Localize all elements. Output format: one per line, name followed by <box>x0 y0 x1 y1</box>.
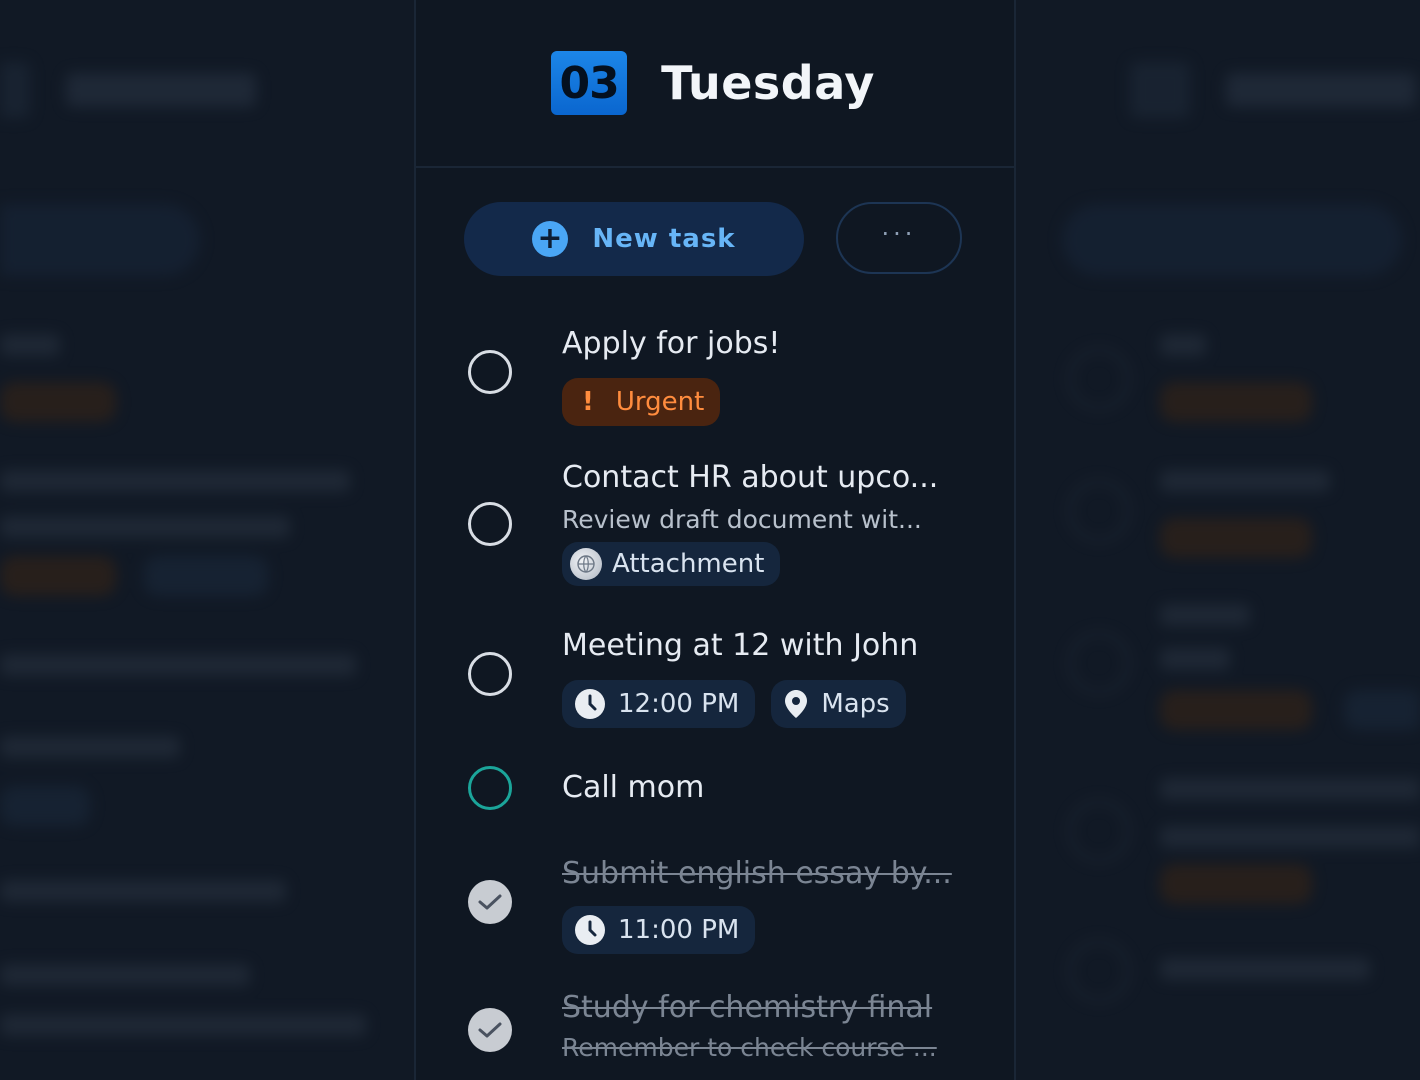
task-subtitle: Review draft document wit... <box>562 505 922 534</box>
next-day-badge <box>1130 62 1190 118</box>
exclamation-icon: ! <box>582 387 594 417</box>
next-day-tag <box>1344 690 1420 730</box>
previous-day-new-task-button <box>0 204 200 276</box>
next-day-header <box>1130 62 1416 118</box>
task-checkbox[interactable] <box>468 1008 512 1052</box>
task-title: Study for chemistry final <box>562 990 933 1025</box>
next-day-check <box>1068 632 1130 694</box>
task-content: Contact HR about upco... Review draft do… <box>562 460 972 586</box>
time-tag[interactable]: 11:00 PM <box>562 906 756 954</box>
next-day-line <box>1160 826 1420 848</box>
next-day-tag <box>1160 864 1312 904</box>
task-subtitle: Remember to check course ... <box>562 1033 937 1062</box>
next-day-check <box>1068 800 1130 862</box>
day-column: 03 Tuesday + New task ··· Apply for jobs… <box>414 0 1016 1080</box>
task-tags: Attachment <box>562 542 972 586</box>
next-day-new-task-button <box>1062 204 1402 276</box>
time-tag-label: 11:00 PM <box>618 915 740 945</box>
task-toolbar: + New task ··· <box>464 202 966 276</box>
next-day-line <box>1160 778 1420 800</box>
task-checkbox[interactable] <box>468 350 512 394</box>
next-day-tag <box>1160 382 1312 422</box>
previous-day-title <box>66 73 256 107</box>
next-day-line <box>1160 958 1370 980</box>
checkmark-icon <box>478 894 502 910</box>
task-title: Call mom <box>562 770 705 805</box>
next-day-check <box>1068 480 1130 542</box>
time-tag[interactable]: 12:00 PM <box>562 680 756 728</box>
previous-day-tag <box>144 556 268 596</box>
task-content: Call mom <box>562 770 972 806</box>
plus-icon: + <box>532 221 569 257</box>
attachment-tag[interactable]: Attachment <box>562 542 781 586</box>
task-tags: 12:00 PM Maps <box>562 680 972 728</box>
attachment-tag-label: Attachment <box>612 549 765 579</box>
previous-day-tag <box>0 382 116 422</box>
previous-day-line <box>0 1014 366 1036</box>
previous-day-header <box>0 62 256 118</box>
next-day-title <box>1226 73 1416 107</box>
task-checkbox[interactable] <box>468 652 512 696</box>
task-tags: 11:00 PM <box>562 906 972 954</box>
new-task-label: New task <box>592 224 736 254</box>
previous-day-line <box>0 736 180 758</box>
next-day-column <box>1014 0 1420 1080</box>
new-task-button[interactable]: + New task <box>464 202 804 276</box>
task-checkbox[interactable] <box>468 502 512 546</box>
time-tag-label: 12:00 PM <box>618 689 740 719</box>
next-day-check <box>1068 348 1130 410</box>
task-content: Submit english essay by... 11:00 PM <box>562 856 972 954</box>
task-checkbox[interactable] <box>468 880 512 924</box>
next-day-tag <box>1160 690 1312 730</box>
previous-day-line <box>0 470 350 492</box>
task-content: Apply for jobs! ! Urgent <box>562 326 972 426</box>
previous-day-line <box>0 334 60 356</box>
next-day-line <box>1160 604 1250 626</box>
previous-day-line <box>0 516 290 538</box>
clock-icon <box>574 688 606 720</box>
day-name: Tuesday <box>661 56 875 110</box>
day-number-badge: 03 <box>551 51 628 115</box>
previous-day-tag <box>0 556 116 596</box>
task-content: Meeting at 12 with John 12:00 PM Maps <box>562 628 972 728</box>
next-day-line <box>1160 648 1230 670</box>
next-day-line <box>1160 334 1206 356</box>
next-day-check <box>1068 940 1130 1002</box>
previous-day-column <box>0 0 414 1080</box>
clock-icon <box>574 914 606 946</box>
task-tags: ! Urgent <box>562 378 972 426</box>
task-content: Study for chemistry final Remember to ch… <box>562 990 972 1064</box>
task-checkbox[interactable] <box>468 766 512 810</box>
task-title: Meeting at 12 with John <box>562 628 919 663</box>
urgent-tag[interactable]: ! Urgent <box>562 378 721 426</box>
location-tag-label: Maps <box>821 689 890 719</box>
location-tag[interactable]: Maps <box>771 680 906 728</box>
previous-day-tag <box>0 786 90 826</box>
previous-day-line <box>0 654 356 676</box>
globe-icon <box>570 548 602 580</box>
task-title: Contact HR about upco... <box>562 460 939 495</box>
day-header: 03 Tuesday <box>416 0 1014 168</box>
more-options-button[interactable]: ··· <box>836 202 962 274</box>
urgent-tag-label: Urgent <box>615 387 705 417</box>
previous-day-badge <box>0 62 30 118</box>
previous-day-line <box>0 964 250 986</box>
previous-day-line <box>0 880 286 902</box>
checkmark-icon <box>478 1022 502 1038</box>
task-title: Apply for jobs! <box>562 326 781 361</box>
next-day-tag <box>1160 518 1312 558</box>
task-title: Submit english essay by... <box>562 856 952 891</box>
map-pin-icon <box>783 689 809 719</box>
next-day-line <box>1160 470 1330 492</box>
